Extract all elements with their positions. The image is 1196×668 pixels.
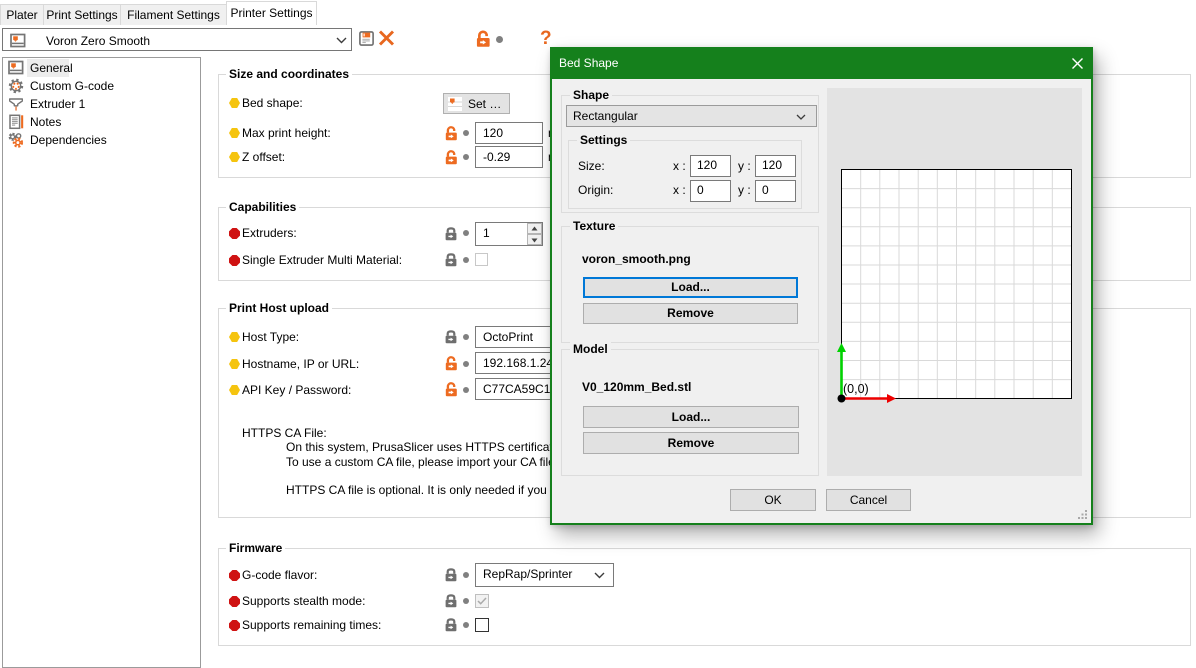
svg-text:(0,0): (0,0): [843, 382, 869, 396]
